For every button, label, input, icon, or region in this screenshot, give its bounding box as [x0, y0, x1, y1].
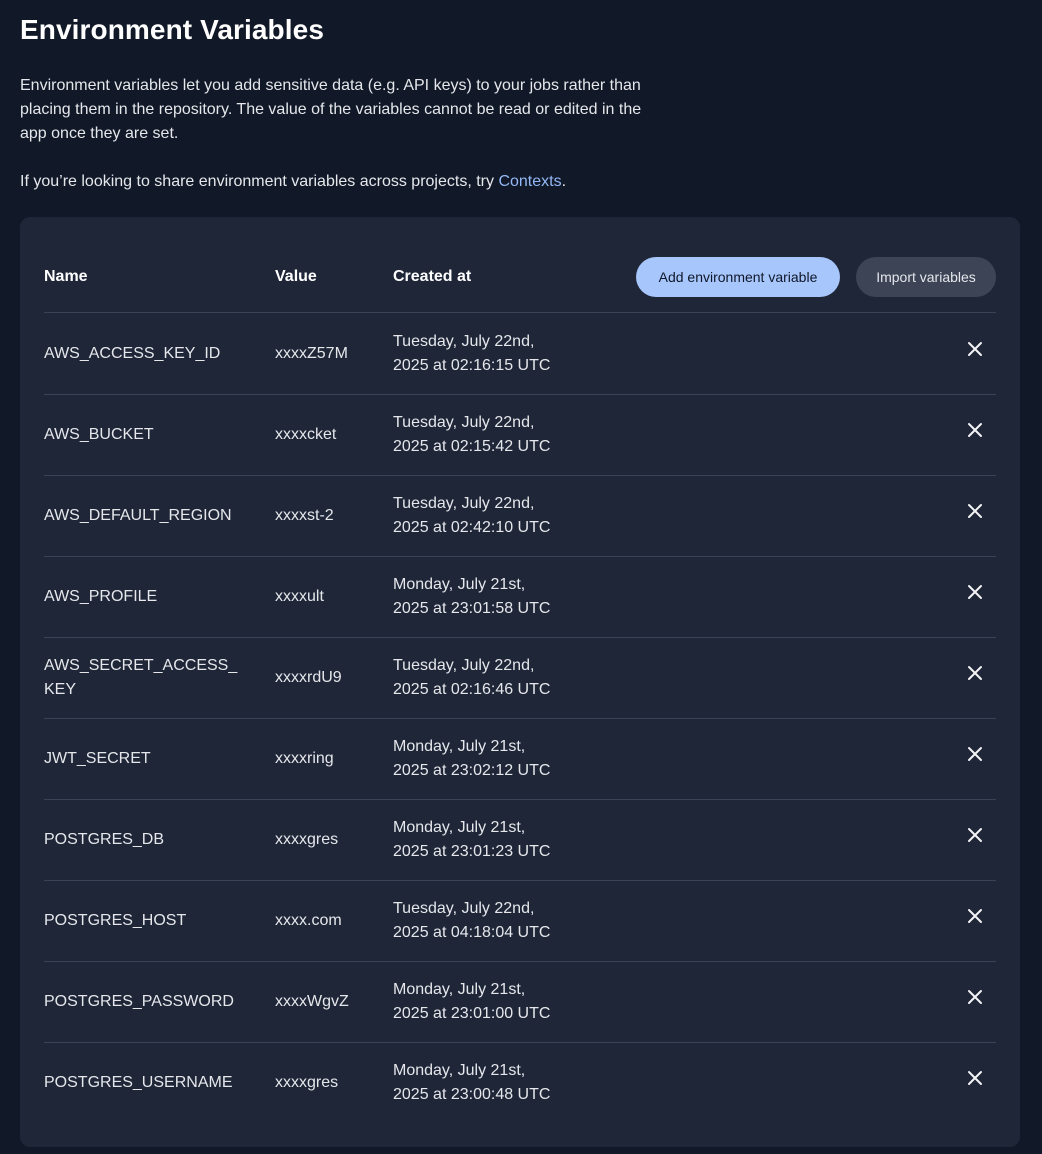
page-title: Environment Variables — [20, 14, 324, 45]
created-at-time: 2025 at 23:01:58 UTC — [393, 600, 551, 617]
table-row: AWS_SECRET_ACCESS_KEY xxxxrdU9 Tuesday, Ju… — [44, 638, 996, 719]
table-row: POSTGRES_USERNAME xxxxgres Monday, July 21… — [44, 1043, 996, 1124]
add-environment-variable-button[interactable]: Add environment variable — [636, 257, 840, 297]
delete-variable-button[interactable] — [964, 986, 986, 1008]
contexts-hint: If you’re looking to share environment v… — [20, 170, 566, 194]
column-header-created-at: Created at — [393, 268, 472, 285]
import-variables-button[interactable]: Import variables — [856, 257, 996, 297]
delete-variable-button[interactable] — [964, 581, 986, 603]
delete-variable-button[interactable] — [964, 905, 986, 927]
environment-variables-page: Environment Variables Environment variab… — [0, 0, 1042, 1154]
contexts-link[interactable]: Contexts — [498, 173, 561, 190]
table-header: Name Value Created at Add environment va… — [44, 257, 996, 313]
created-at: Tuesday, July 22nd, 2025 at 02:16:46 UTC — [393, 654, 593, 702]
table-row: AWS_BUCKET xxxxcket Tuesday, July 22nd, 202… — [44, 395, 996, 476]
close-icon — [968, 423, 982, 437]
created-at-date: Monday, July 21st, — [393, 738, 526, 755]
created-at: Monday, July 21st, 2025 at 23:00:48 UTC — [393, 1059, 593, 1107]
close-icon — [968, 828, 982, 842]
variables-list: AWS_ACCESS_KEY_ID xxxxZ57M Tuesday, July 2… — [44, 314, 996, 1124]
created-at-date: Tuesday, July 22nd, — [393, 900, 535, 917]
created-at: Monday, July 21st, 2025 at 23:01:23 UTC — [393, 816, 593, 864]
table-row: AWS_PROFILE xxxxult Monday, July 21st, 2025… — [44, 557, 996, 638]
variable-value: xxxxcket — [275, 426, 337, 443]
close-icon — [968, 1071, 982, 1085]
variable-name: JWT_SECRET — [44, 750, 151, 767]
created-at-date: Tuesday, July 22nd, — [393, 414, 535, 431]
variable-name: AWS_ACCESS_KEY_ID — [44, 345, 221, 362]
created-at-date: Monday, July 21st, — [393, 576, 526, 593]
created-at: Tuesday, July 22nd, 2025 at 02:42:10 UTC — [393, 492, 593, 540]
column-header-value: Value — [275, 268, 317, 285]
table-row: POSTGRES_PASSWORD xxxxWgvZ Monday, July 21… — [44, 962, 996, 1043]
created-at-date: Tuesday, July 22nd, — [393, 333, 535, 350]
variable-value: xxxxgres — [275, 831, 339, 848]
close-icon — [968, 342, 982, 356]
created-at-date: Monday, July 21st, — [393, 981, 526, 998]
close-icon — [968, 666, 982, 680]
variable-name: POSTGRES_DB — [44, 831, 165, 848]
created-at: Monday, July 21st, 2025 at 23:02:12 UTC — [393, 735, 593, 783]
variable-value: xxxxring — [275, 750, 334, 767]
variable-name: AWS_PROFILE — [44, 588, 158, 605]
created-at-time: 2025 at 02:42:10 UTC — [393, 519, 551, 536]
close-icon — [968, 585, 982, 599]
delete-variable-button[interactable] — [964, 743, 986, 765]
created-at-date: Tuesday, July 22nd, — [393, 657, 535, 674]
created-at-time: 2025 at 02:16:46 UTC — [393, 681, 551, 698]
created-at-date: Monday, July 21st, — [393, 819, 526, 836]
created-at: Monday, July 21st, 2025 at 23:01:58 UTC — [393, 573, 593, 621]
table-row: AWS_DEFAULT_REGION xxxxst-2 Tuesday, July … — [44, 476, 996, 557]
close-icon — [968, 504, 982, 518]
variable-name: POSTGRES_USERNAME — [44, 1074, 233, 1091]
column-header-name: Name — [44, 268, 88, 285]
created-at-time: 2025 at 02:16:15 UTC — [393, 357, 551, 374]
variable-value: xxxxult — [275, 588, 324, 605]
created-at-time: 2025 at 23:02:12 UTC — [393, 762, 551, 779]
created-at: Tuesday, July 22nd, 2025 at 02:15:42 UTC — [393, 411, 593, 459]
close-icon — [968, 990, 982, 1004]
delete-variable-button[interactable] — [964, 419, 986, 441]
variable-name: AWS_SECRET_ACCESS_KEY — [44, 657, 238, 698]
created-at-time: 2025 at 04:18:04 UTC — [393, 924, 551, 941]
created-at-time: 2025 at 23:01:00 UTC — [393, 1005, 551, 1022]
variable-value: xxxxrdU9 — [275, 669, 342, 686]
variable-value: xxxxWgvZ — [275, 993, 349, 1010]
delete-variable-button[interactable] — [964, 1067, 986, 1089]
created-at: Tuesday, July 22nd, 2025 at 02:16:15 UTC — [393, 330, 593, 378]
created-at-date: Monday, July 21st, — [393, 1062, 526, 1079]
created-at: Monday, July 21st, 2025 at 23:01:00 UTC — [393, 978, 593, 1026]
created-at-time: 2025 at 02:15:42 UTC — [393, 438, 551, 455]
delete-variable-button[interactable] — [964, 338, 986, 360]
delete-variable-button[interactable] — [964, 662, 986, 684]
hint-prefix: If you’re looking to share environment v… — [20, 173, 499, 190]
close-icon — [968, 909, 982, 923]
delete-variable-button[interactable] — [964, 824, 986, 846]
variables-panel: Name Value Created at Add environment va… — [20, 217, 1020, 1147]
hint-suffix: . — [561, 173, 567, 190]
variable-name: POSTGRES_HOST — [44, 912, 187, 929]
table-row: POSTGRES_DB xxxxgres Monday, July 21st, 202… — [44, 800, 996, 881]
table-row: JWT_SECRET xxxxring Monday, July 21st, 2025… — [44, 719, 996, 800]
intro-text: Environment variables let you add sensit… — [20, 77, 642, 142]
variable-value: xxxx.com — [275, 912, 342, 929]
table-row: AWS_ACCESS_KEY_ID xxxxZ57M Tuesday, July 2… — [44, 314, 996, 395]
variable-name: POSTGRES_PASSWORD — [44, 993, 234, 1010]
created-at-date: Tuesday, July 22nd, — [393, 495, 535, 512]
variable-name: AWS_DEFAULT_REGION — [44, 507, 232, 524]
created-at-time: 2025 at 23:01:23 UTC — [393, 843, 551, 860]
variable-value: xxxxZ57M — [275, 345, 348, 362]
close-icon — [968, 747, 982, 761]
variable-value: xxxxgres — [275, 1074, 339, 1091]
delete-variable-button[interactable] — [964, 500, 986, 522]
variable-name: AWS_BUCKET — [44, 426, 154, 443]
created-at: Tuesday, July 22nd, 2025 at 04:18:04 UTC — [393, 897, 593, 945]
created-at-time: 2025 at 23:00:48 UTC — [393, 1086, 551, 1103]
variable-value: xxxxst-2 — [275, 507, 334, 524]
table-row: POSTGRES_HOST xxxx.com Tuesday, July 22nd,… — [44, 881, 996, 962]
